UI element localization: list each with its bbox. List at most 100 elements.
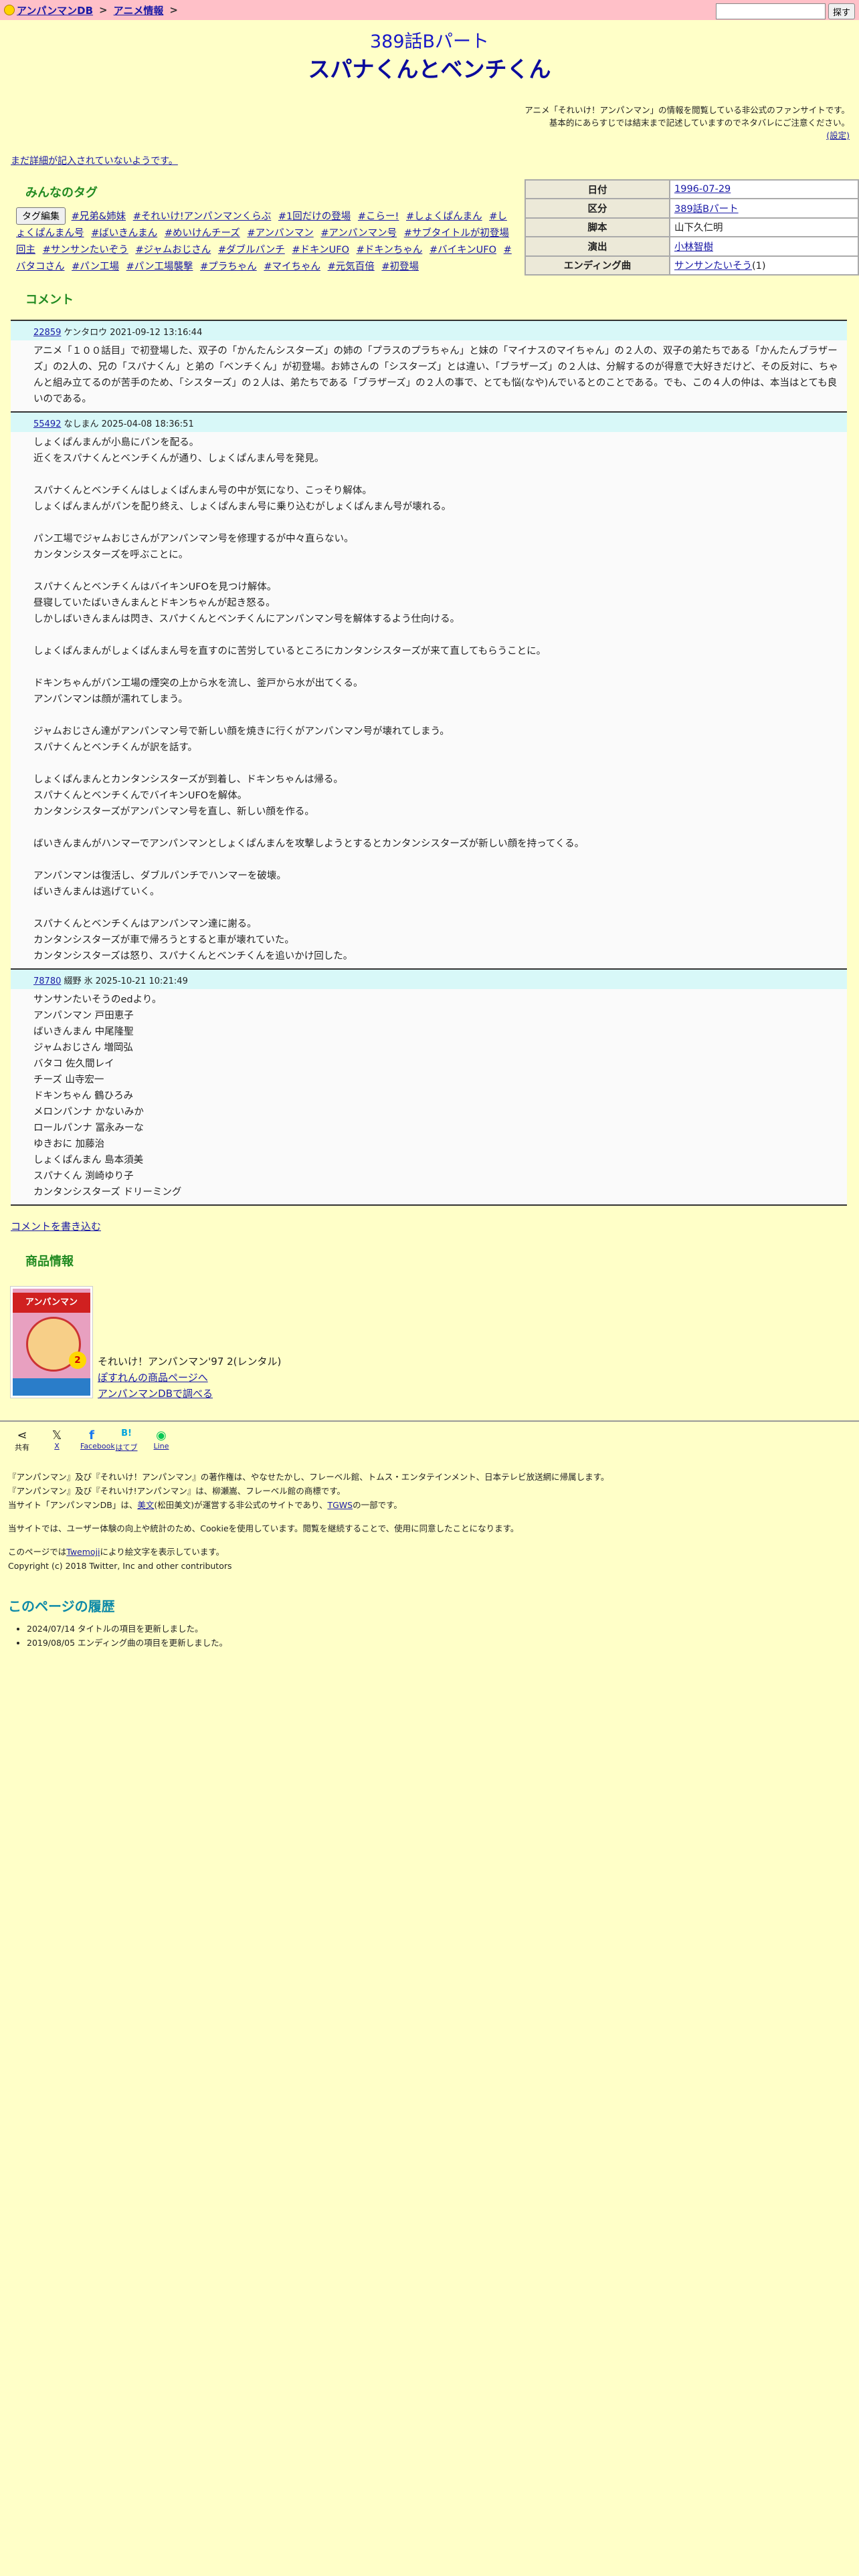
x-icon[interactable]: 𝕏	[45, 1428, 68, 1442]
tag-link[interactable]: #めいけんチーズ	[165, 228, 240, 239]
info-value-link[interactable]: 1996-07-29	[674, 184, 731, 195]
comment-line: ロールパンナ 冨永みーな	[33, 1123, 144, 1134]
anpanman-db-search-link[interactable]: アンパンマンDBで調べる	[98, 1388, 213, 1400]
comment-line: ゆきおに 加藤治	[33, 1139, 105, 1150]
info-row-4: エンディング曲 サンサンたいそう(1)	[524, 255, 859, 276]
tag-link[interactable]: #アンパンマン	[247, 228, 313, 239]
settings-link[interactable]: (設定)	[826, 130, 850, 140]
cover-footer	[13, 1378, 90, 1396]
product-cover-image[interactable]: アンパンマン 2	[10, 1286, 93, 1398]
tag-link[interactable]: #1回だけの登場	[278, 211, 351, 222]
tag-link[interactable]: #マイちゃん	[264, 261, 320, 272]
tag-link[interactable]: #ばいきんまん	[91, 228, 157, 239]
share-icon: ⋖	[17, 1428, 27, 1442]
tgws-link[interactable]: TGWS	[327, 1500, 353, 1510]
facebook-icon[interactable]: f	[80, 1428, 103, 1442]
tag-link[interactable]: #初登場	[381, 261, 419, 272]
share-label-link[interactable]: X	[54, 1442, 60, 1451]
episode-info-table: 日付 1996-07-29 区分 389話Bパート 脚本 山下久仁明 演出 小林智樹 エンディン…	[524, 179, 859, 276]
share-item[interactable]: f Facebook	[80, 1428, 115, 1451]
comment-line: スパナくんとベンチくんはバイキンUFOを見つけ解体。	[33, 582, 277, 593]
comment-item: 78780 綴野 氷 2025-10-21 10:21:49 サンサンたいそうのe…	[11, 970, 847, 1206]
info-row-0: 日付 1996-07-29	[524, 179, 859, 200]
line-icon[interactable]: ◉	[150, 1428, 173, 1442]
tag-link[interactable]: #バイキンUFO	[430, 245, 496, 255]
comment-line: バタコ 佐久間レイ	[33, 1059, 114, 1069]
comment-line: カンタンシスターズが車で帰ろうとすると車が壊れていた。	[33, 935, 294, 946]
tag-link[interactable]: #こらー!	[358, 211, 399, 222]
tag-link[interactable]: #アンパンマン号	[320, 228, 397, 239]
footer-divider	[0, 1420, 859, 1422]
comment-line: しょくぱんまんがパンを配り終え、しょくぱんまん号に乗り込むがしょくぱんまん号が壊…	[33, 502, 452, 512]
comment-line: アンパンマンは顔が濡れてしまう。	[33, 694, 188, 705]
comment-line	[33, 852, 843, 868]
comment-item: 22859 ケンタロウ 2021-09-12 13:16:44 アニメ「１００話目…	[11, 321, 847, 413]
product-item: アンパンマン 2 それいけ！アンパンマン'97 2(レンタル) ぽすれんの商品ペ…	[10, 1286, 859, 1402]
notice-line: 基本的にあらすじでは結末まで記述していますのでネタバレにご注意ください。	[549, 118, 850, 128]
tag-link[interactable]: #パン工場襲撃	[126, 261, 193, 272]
tag-link[interactable]: #元気百倍	[328, 261, 375, 272]
hatena-icon[interactable]: B!	[115, 1428, 138, 1442]
info-value-link[interactable]: 389話Bパート	[674, 204, 739, 215]
tags-section: みんなのタグ タグ編集 #兄弟&姉妹 #それいけ!アンパンマンくらぶ #1回だけ…	[0, 177, 514, 276]
search-input[interactable]	[715, 3, 826, 19]
twemoji-text: このページでは	[8, 1547, 67, 1557]
comment-line: ばいきんまんは逃げていく。	[33, 887, 160, 897]
history-list: 2024/07/14 タイトルの項目を更新しました。2019/08/05 エンデ…	[8, 1622, 859, 1650]
comment-line: スパナくんとベンチくんはアンパンマン達に謝る。	[33, 919, 257, 930]
comment-body: アニメ「１００話目」で初登場した、双子の「かんたんシスターズ」の姉の「プラスのプ…	[11, 340, 847, 411]
tag-list: タグ編集 #兄弟&姉妹 #それいけ!アンパンマンくらぶ #1回だけの登場 #こら…	[11, 207, 514, 276]
operator-link[interactable]: 美文	[137, 1500, 154, 1510]
comment-line	[33, 515, 843, 531]
breadcrumb-site-link[interactable]: アンパンマンDB	[17, 3, 93, 17]
search-button[interactable]: 探す	[828, 3, 855, 19]
info-label: 演出	[524, 236, 670, 257]
share-item[interactable]: 𝕏X	[45, 1428, 68, 1451]
write-comment-link[interactable]: コメントを書き込む	[11, 1220, 101, 1232]
posren-product-link[interactable]: ぽすれんの商品ページへ	[98, 1372, 208, 1384]
twitter-copyright: Copyright (c) 2018 Twitter, Inc and othe…	[8, 1561, 232, 1571]
tag-link[interactable]: #それいけ!アンパンマンくらぶ	[133, 211, 272, 222]
tag-edit-button[interactable]: タグ編集	[16, 207, 66, 225]
comment-id-link[interactable]: 55492	[33, 419, 61, 429]
share-label-link[interactable]: Line	[154, 1442, 169, 1451]
comment-date: 2025-10-21 10:21:49	[95, 976, 188, 986]
comment-line: ドキンちゃんがパン工場の煙突の上から水を流し、釜戸から水が出てくる。	[33, 678, 363, 689]
share-label-link[interactable]: Facebook	[80, 1442, 115, 1451]
comment-line: スパナくん 渕崎ゆり子	[33, 1171, 134, 1182]
tag-link[interactable]: #ドキンちゃん	[357, 245, 423, 255]
share-label-link[interactable]: はてブ	[116, 1443, 138, 1452]
comment-line: しょくぱんまんとカンタンシスターズが到着し、ドキンちゃんは帰る。	[33, 774, 343, 785]
tag-link[interactable]: #ドキンUFO	[292, 245, 349, 255]
comment-line: しかしばいきんまんは閃き、スパナくんとベンチくんにアンパンマン号を解体するよう仕…	[33, 614, 460, 625]
site-note-text: の一部です。	[353, 1500, 402, 1510]
site-logo-icon	[4, 5, 15, 15]
info-value-link[interactable]: サンサンたいそう	[674, 261, 752, 272]
copyright-text: 『アンパンマン』及び『それいけ！アンパンマン』の著作権は、やなせたかし、フレーベ…	[8, 1472, 609, 1482]
comment-line: ジャムおじさん達がアンパンマン号で新しい顔を焼きに行くがアンパンマン号が壊れてし…	[33, 726, 450, 737]
comment-line	[33, 467, 843, 483]
no-detail-link[interactable]: まだ詳細が記入されていないようです。	[11, 156, 178, 167]
tag-link[interactable]: #しょくぱんまん	[406, 211, 482, 222]
history-item: 2019/08/05 エンディング曲の項目を更新しました。	[27, 1636, 859, 1650]
comment-id-link[interactable]: 78780	[33, 976, 61, 986]
tag-link[interactable]: #パン工場	[72, 261, 119, 272]
tag-link[interactable]: #ジャムおじさん	[135, 245, 211, 255]
tag-link[interactable]: #プラちゃん	[200, 261, 257, 272]
twemoji-link[interactable]: Twemoji	[66, 1547, 100, 1557]
breadcrumb-anime-link[interactable]: アニメ情報	[114, 3, 164, 17]
tag-link[interactable]: #兄弟&姉妹	[72, 211, 126, 222]
cover-volume-badge: 2	[69, 1352, 86, 1369]
tag-link[interactable]: #サンサンたいぞう	[43, 245, 128, 255]
comment-line	[33, 756, 843, 772]
page-header: 389話Bパート スパナくんとベンチくん	[0, 27, 859, 84]
comment-line: アンパンマンは復活し、ダブルパンチでハンマーを破壊。	[33, 871, 286, 881]
share-item[interactable]: ◉ Line	[150, 1428, 173, 1451]
share-item[interactable]: B! はてブ	[115, 1428, 138, 1453]
info-value-link[interactable]: 小林智樹	[674, 242, 713, 253]
comment-id-link[interactable]: 22859	[33, 328, 61, 338]
info-label: 区分	[524, 198, 670, 219]
tag-link[interactable]: #ダブルパンチ	[218, 245, 285, 255]
comment-line: しょくぱんまん 島本須美	[33, 1155, 144, 1166]
comment-line: 昼寝していたばいきんまんとドキンちゃんが起き怒る。	[33, 598, 276, 609]
